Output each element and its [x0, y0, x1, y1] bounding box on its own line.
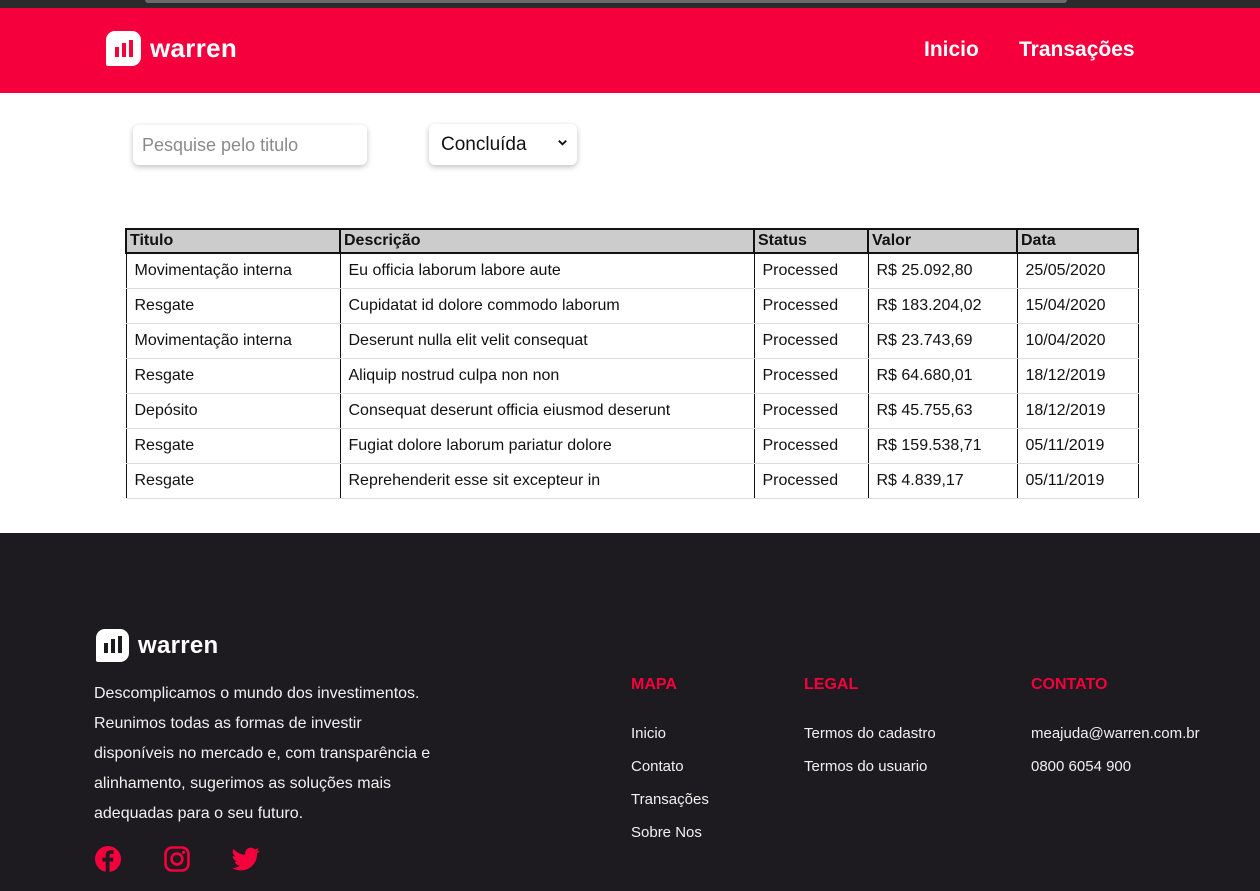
cell-descricao: Reprehenderit esse sit excepteur in — [339, 463, 755, 499]
cell-data: 10/04/2020 — [1016, 323, 1139, 359]
column-header-status[interactable]: Status — [753, 228, 869, 254]
footer-column-legal: LEGAL Termos do cadastro Termos do usuar… — [804, 675, 936, 791]
column-header-titulo[interactable]: Titulo — [125, 228, 341, 254]
footer-logo-text: warren — [138, 631, 219, 659]
footer-logo[interactable]: warren — [96, 629, 219, 662]
site-header: warren Inicio Transações — [0, 8, 1260, 93]
cell-descricao: Aliquip nostrud culpa non non — [339, 358, 755, 394]
header-logo[interactable]: warren — [106, 31, 237, 66]
cell-descricao: Cupidatat id dolore commodo laborum — [339, 288, 755, 324]
column-header-valor[interactable]: Valor — [867, 228, 1018, 254]
status-filter-select[interactable]: Concluída — [429, 124, 577, 165]
transactions-table: Titulo Descrição Status Valor Data Movim… — [125, 228, 1139, 499]
cell-titulo: Movimentação interna — [125, 253, 341, 289]
footer-description: Descomplicamos o mundo dos investimentos… — [94, 685, 431, 822]
cell-descricao: Fugiat dolore laborum pariatur dolore — [339, 428, 755, 464]
cell-valor: R$ 159.538,71 — [867, 428, 1018, 464]
footer-heading-legal: LEGAL — [804, 676, 859, 693]
cell-valor: R$ 4.839,17 — [867, 463, 1018, 499]
cell-descricao: Eu officia laborum labore aute — [339, 253, 755, 289]
cell-titulo: Movimentação interna — [125, 323, 341, 359]
cell-data: 15/04/2020 — [1016, 288, 1139, 324]
cell-titulo: Resgate — [125, 288, 341, 324]
cell-titulo: Resgate — [125, 358, 341, 394]
cell-status: Processed — [753, 288, 869, 324]
table-row[interactable]: Resgate Aliquip nostrud culpa non non Pr… — [125, 358, 1139, 394]
social-links — [94, 845, 301, 873]
table-row[interactable]: Movimentação interna Deserunt nulla elit… — [125, 323, 1139, 359]
footer-link-sobre-nos[interactable]: Sobre Nos — [631, 824, 709, 857]
footer-heading-mapa: MAPA — [631, 676, 677, 693]
status-filter-value: Concluída — [441, 133, 527, 155]
cell-data: 05/11/2019 — [1016, 428, 1139, 464]
warren-logo-icon — [106, 31, 141, 66]
table-row[interactable]: Depósito Consequat deserunt officia eius… — [125, 393, 1139, 429]
cell-titulo: Depósito — [125, 393, 341, 429]
footer-link-termos-usuario[interactable]: Termos do usuario — [804, 758, 936, 791]
column-header-data[interactable]: Data — [1016, 228, 1139, 254]
column-header-descricao[interactable]: Descrição — [339, 228, 755, 254]
footer-column-contato: CONTATO meajuda@warren.com.br 0800 6054 … — [1031, 675, 1200, 791]
site-footer: warren Descomplicamos o mundo dos invest… — [0, 533, 1260, 891]
nav-link-transacoes[interactable]: Transações — [1019, 38, 1135, 62]
header-logo-text: warren — [150, 33, 238, 63]
facebook-icon[interactable] — [94, 845, 122, 873]
cell-valor: R$ 183.204,02 — [867, 288, 1018, 324]
browser-top-bar — [0, 0, 1260, 8]
table-row[interactable]: Resgate Cupidatat id dolore commodo labo… — [125, 288, 1139, 324]
cell-data: 25/05/2020 — [1016, 253, 1139, 289]
table-header-row: Titulo Descrição Status Valor Data — [125, 228, 1139, 254]
cell-descricao: Consequat deserunt officia eiusmod deser… — [339, 393, 755, 429]
instagram-icon[interactable] — [163, 845, 191, 873]
footer-heading-contato: CONTATO — [1031, 676, 1108, 693]
footer-link-transacoes[interactable]: Transações — [631, 791, 709, 824]
cell-valor: R$ 25.092,80 — [867, 253, 1018, 289]
search-input[interactable] — [133, 125, 367, 165]
nav-link-inicio[interactable]: Inicio — [924, 38, 979, 62]
cell-descricao: Deserunt nulla elit velit consequat — [339, 323, 755, 359]
cell-valor: R$ 45.755,63 — [867, 393, 1018, 429]
chevron-down-icon — [558, 140, 567, 146]
cell-data: 05/11/2019 — [1016, 463, 1139, 499]
cell-data: 18/12/2019 — [1016, 393, 1139, 429]
cell-data: 18/12/2019 — [1016, 358, 1139, 394]
cell-valor: R$ 23.743,69 — [867, 323, 1018, 359]
cell-status: Processed — [753, 428, 869, 464]
cell-titulo: Resgate — [125, 428, 341, 464]
footer-link-inicio[interactable]: Inicio — [631, 725, 709, 758]
cell-status: Processed — [753, 253, 869, 289]
twitter-icon[interactable] — [232, 845, 260, 873]
browser-top-bar-highlight — [145, 0, 1067, 3]
table-row[interactable]: Movimentação interna Eu officia laborum … — [125, 253, 1139, 289]
cell-titulo: Resgate — [125, 463, 341, 499]
table-row[interactable]: Resgate Fugiat dolore laborum pariatur d… — [125, 428, 1139, 464]
footer-link-termos-cadastro[interactable]: Termos do cadastro — [804, 725, 936, 758]
cell-status: Processed — [753, 358, 869, 394]
warren-logo-icon — [96, 629, 129, 662]
table-row[interactable]: Resgate Reprehenderit esse sit excepteur… — [125, 463, 1139, 499]
cell-status: Processed — [753, 463, 869, 499]
cell-valor: R$ 64.680,01 — [867, 358, 1018, 394]
cell-status: Processed — [753, 323, 869, 359]
footer-link-contato[interactable]: Contato — [631, 758, 709, 791]
footer-link-phone[interactable]: 0800 6054 900 — [1031, 758, 1200, 791]
cell-status: Processed — [753, 393, 869, 429]
footer-link-email[interactable]: meajuda@warren.com.br — [1031, 725, 1200, 758]
footer-column-mapa: MAPA Inicio Contato Transações Sobre Nos — [631, 675, 709, 857]
